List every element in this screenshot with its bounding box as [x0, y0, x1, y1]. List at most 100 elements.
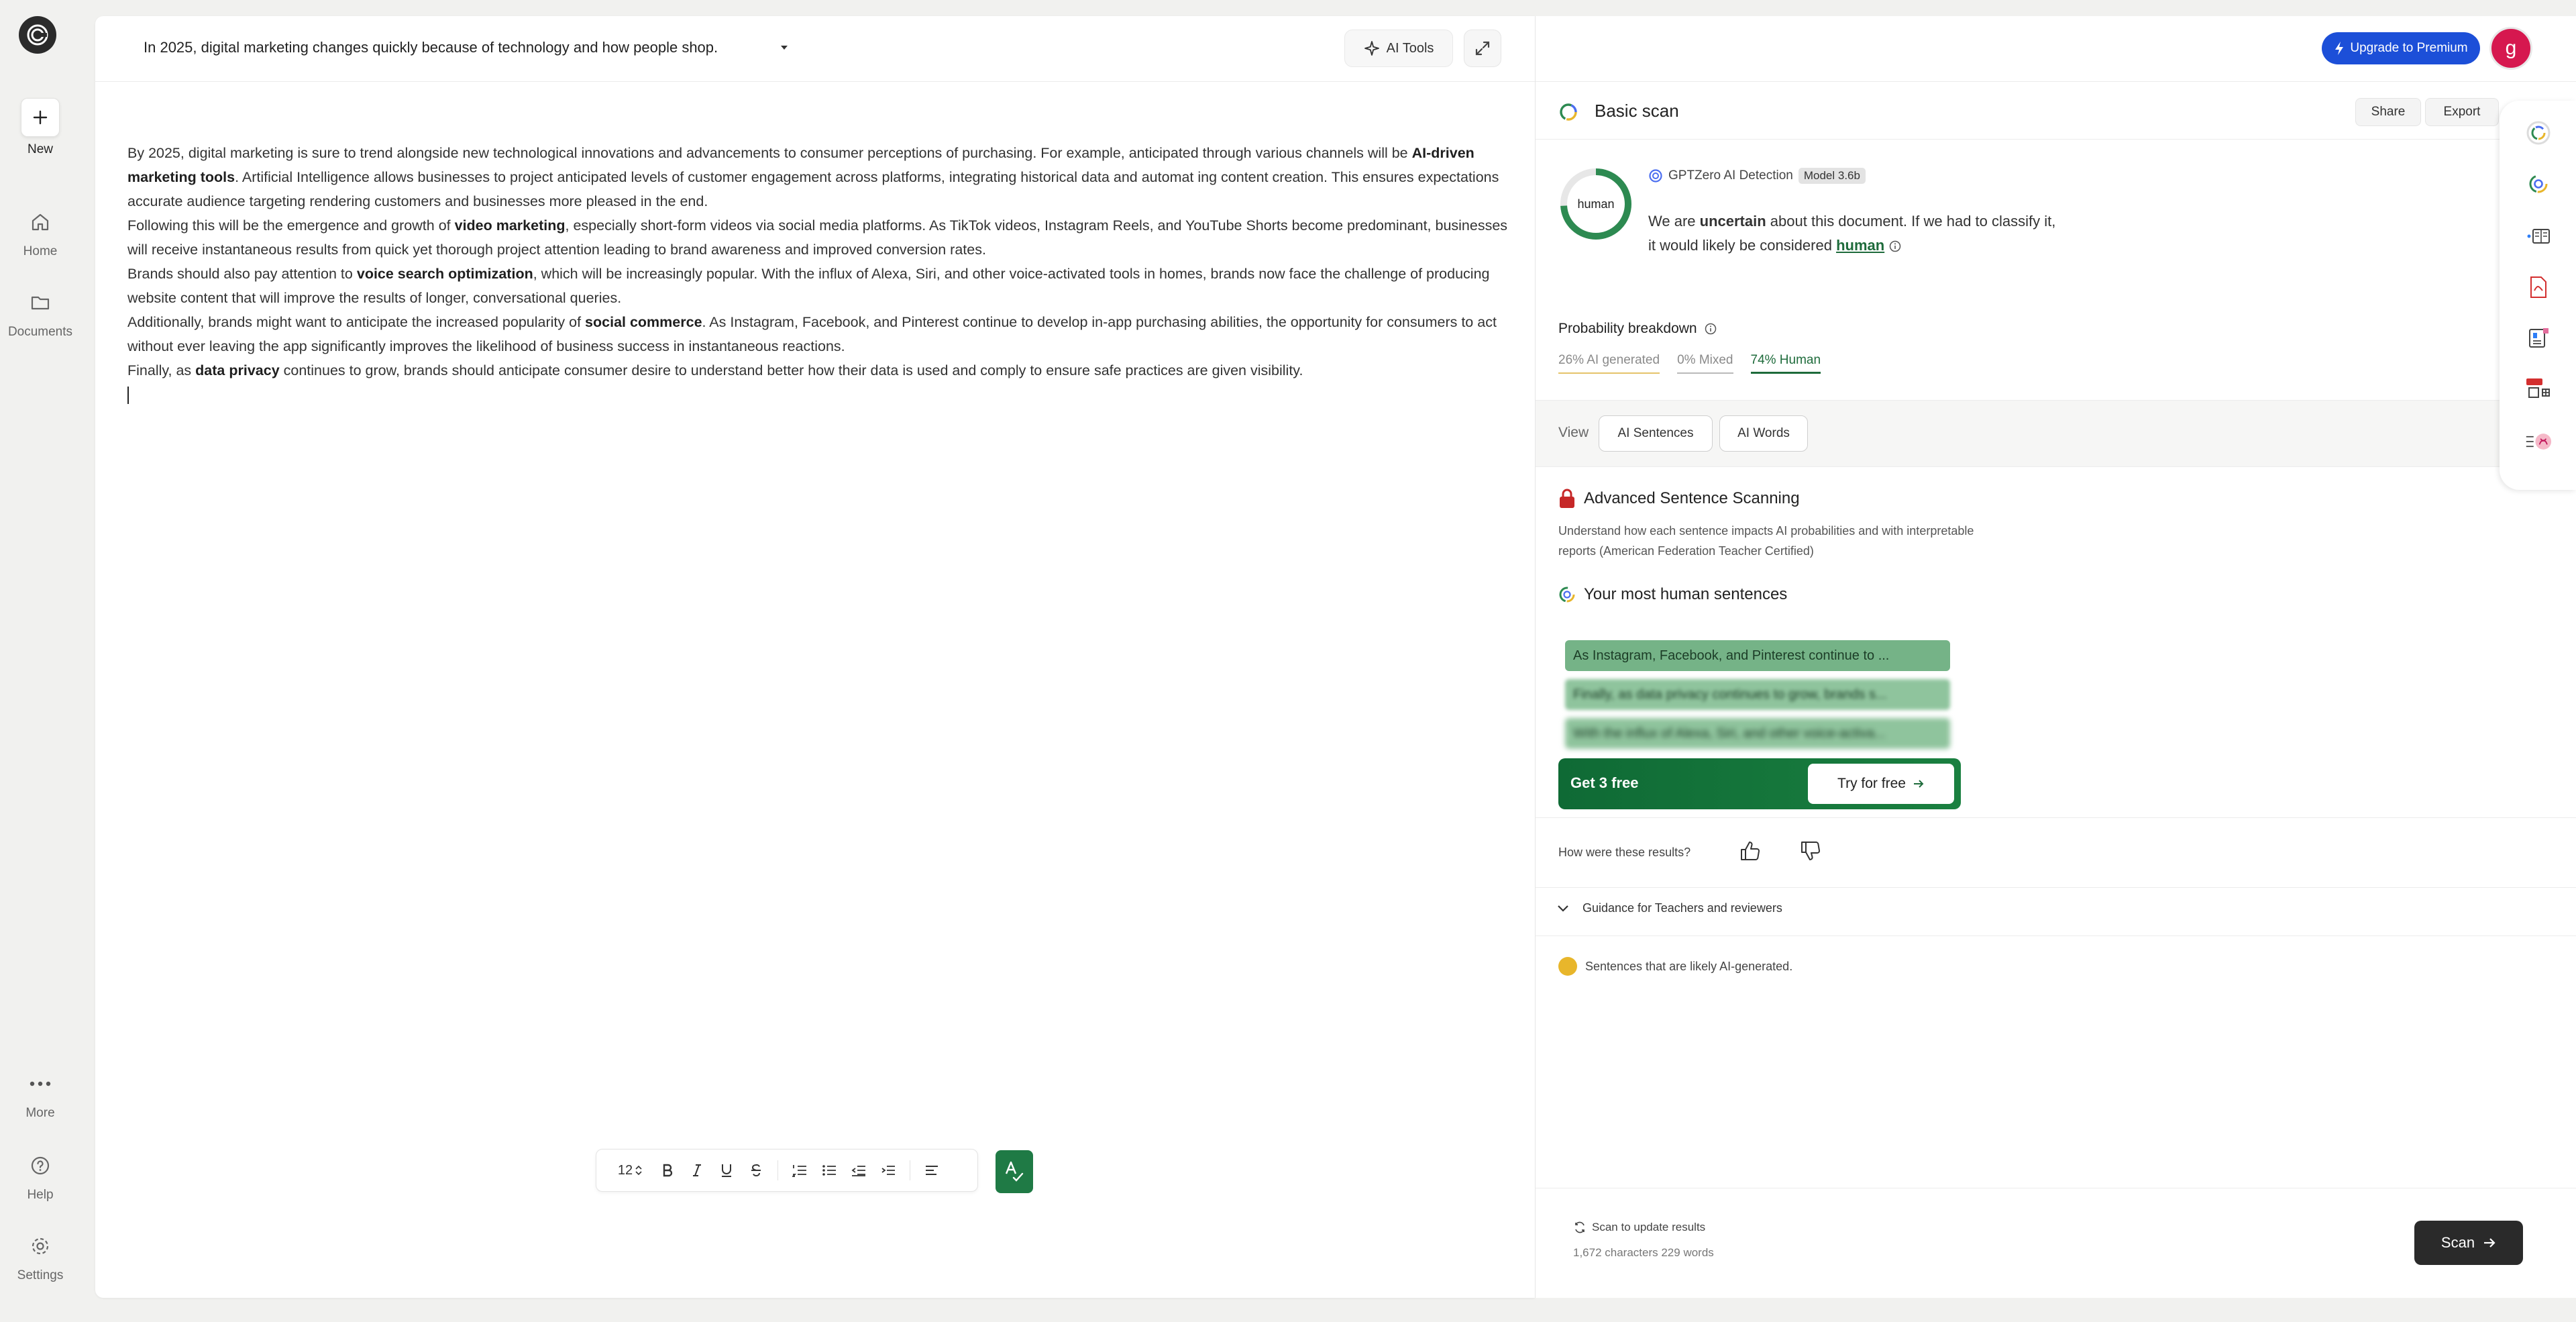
human-sentence-item[interactable]: As Instagram, Facebook, and Pinterest co…: [1565, 640, 1950, 671]
share-button[interactable]: Share: [2355, 98, 2421, 126]
most-human-title: Your most human sentences: [1558, 585, 1787, 604]
most-human-title-text: Your most human sentences: [1584, 585, 1788, 603]
ring-label: human: [1577, 197, 1615, 211]
more-nav-button[interactable]: More: [0, 1067, 80, 1121]
scan-title: Basic scan: [1595, 101, 1679, 121]
panel-header: Upgrade to Premium g: [1536, 16, 2576, 82]
divider: [1536, 935, 2576, 936]
new-feature-icon[interactable]: [2525, 376, 2552, 403]
scan-status-icon: [1558, 102, 1578, 125]
chevron-down-icon[interactable]: [777, 40, 792, 58]
text-run: continues to grow, brands should anticip…: [283, 362, 1303, 378]
new-label: New: [27, 142, 53, 156]
citation-tool-icon[interactable]: [2525, 325, 2552, 352]
ai-legend-text: Sentences that are likely AI-generated.: [1585, 959, 1793, 973]
settings-nav-button[interactable]: Settings: [0, 1229, 80, 1283]
thumbs-down-icon[interactable]: [1797, 837, 1824, 864]
human-sentence-item[interactable]: With the influx of Alexa, Siri, and othe…: [1565, 718, 1950, 749]
documents-nav-button[interactable]: Documents: [0, 286, 80, 340]
paragraph-3: Brands should also pay attention to voic…: [127, 262, 1509, 310]
bold-run: data privacy: [195, 362, 280, 378]
avatar[interactable]: g: [2489, 27, 2532, 70]
outdent-icon[interactable]: [845, 1157, 872, 1184]
scan-tool-icon[interactable]: [2525, 119, 2552, 146]
guidance-toggle[interactable]: Guidance for Teachers and reviewers: [1556, 901, 1782, 915]
help-icon: [23, 1149, 57, 1182]
home-nav-button[interactable]: Home: [0, 205, 80, 259]
thumbs-up-icon[interactable]: [1737, 837, 1764, 864]
advanced-scanning-section: Advanced Sentence Scanning Understand ho…: [1558, 489, 1988, 561]
verdict-uncertain: uncertain: [1699, 213, 1766, 230]
text-run: By 2025, digital marketing is sure to tr…: [127, 145, 1408, 161]
paragraph-5: Finally, as data privacy continues to gr…: [127, 358, 1509, 383]
detector-line: GPTZero AI Detection Model 3.6b: [1648, 168, 1866, 184]
indent-icon[interactable]: [875, 1157, 902, 1184]
scan-button[interactable]: Scan: [2414, 1221, 2523, 1265]
updown-icon: [635, 1165, 642, 1176]
bold-run: video marketing: [454, 217, 566, 234]
pdf-report-icon[interactable]: [2525, 274, 2552, 301]
side-toolbar: [2500, 101, 2576, 490]
model-badge: Model 3.6b: [1798, 168, 1866, 184]
editor-card: In 2025, digital marketing changes quick…: [95, 16, 1535, 1298]
human-sentence-item[interactable]: Finally, as data privacy continues to gr…: [1565, 679, 1950, 710]
italic-icon[interactable]: [684, 1157, 710, 1184]
probability-title: Probability breakdown: [1558, 321, 1717, 337]
document-title[interactable]: In 2025, digital marketing changes quick…: [144, 39, 718, 56]
document-body[interactable]: By 2025, digital marketing is sure to tr…: [127, 141, 1509, 407]
view-label: View: [1558, 425, 1589, 440]
humanizer-tool-icon[interactable]: [2525, 428, 2552, 455]
tab-human[interactable]: 74% Human: [1750, 353, 1821, 374]
arrow-right-icon: [1913, 780, 1924, 788]
gptzero-icon: [1649, 169, 1662, 183]
ai-tools-button[interactable]: AI Tools: [1344, 30, 1453, 67]
upgrade-label: Upgrade to Premium: [2350, 41, 2468, 55]
scan-header: Basic scan Share Export: [1536, 82, 2576, 140]
panel-footer: Scan to update results 1,672 characters …: [1536, 1188, 2576, 1298]
expand-button[interactable]: [1464, 30, 1501, 67]
numbered-list-icon[interactable]: [786, 1157, 813, 1184]
tab-ai-generated[interactable]: 26% AI generated: [1558, 353, 1660, 374]
bullet-list-icon[interactable]: [816, 1157, 843, 1184]
cta-label: Get 3 free: [1570, 774, 1639, 791]
ai-words-button[interactable]: AI Words: [1719, 415, 1808, 452]
ai-tools-label: AI Tools: [1386, 40, 1434, 56]
try-for-free-button[interactable]: Try for free: [1808, 764, 1954, 804]
info-icon[interactable]: [1704, 322, 1717, 336]
settings-label: Settings: [17, 1268, 64, 1282]
update-hint: Scan to update results: [1573, 1221, 1705, 1234]
bold-run: voice search optimization: [356, 266, 533, 282]
ai-sentences-button[interactable]: AI Sentences: [1599, 415, 1713, 452]
lock-icon: [1560, 489, 1574, 508]
underline-icon[interactable]: [713, 1157, 740, 1184]
source-finder-icon[interactable]: [2525, 223, 2552, 250]
gptzero-logo-icon[interactable]: [19, 16, 56, 54]
info-icon[interactable]: [1888, 240, 1902, 253]
text-cursor: [127, 387, 129, 405]
font-size-select[interactable]: 12: [608, 1163, 651, 1178]
export-button[interactable]: Export: [2425, 98, 2499, 126]
free-trial-banner: Get 3 free Try for free: [1558, 758, 1961, 809]
strikethrough-icon[interactable]: [743, 1157, 769, 1184]
ai-legend-dot: [1558, 957, 1577, 976]
plus-icon: [21, 98, 60, 137]
tab-mixed[interactable]: 0% Mixed: [1677, 353, 1733, 374]
folder-icon: [23, 286, 57, 319]
upgrade-button[interactable]: Upgrade to Premium: [2322, 32, 2480, 64]
ellipsis-icon: [23, 1067, 57, 1101]
text-run: Additionally, brands might want to antic…: [127, 314, 582, 330]
help-nav-button[interactable]: Help: [0, 1149, 80, 1203]
ai-legend: Sentences that are likely AI-generated.: [1558, 957, 1792, 976]
align-left-icon[interactable]: [918, 1157, 945, 1184]
divider: [1536, 817, 2576, 818]
bold-icon[interactable]: [654, 1157, 681, 1184]
detector-tool-icon[interactable]: [2525, 170, 2552, 197]
new-document-button[interactable]: New: [0, 98, 80, 157]
editor-header: In 2025, digital marketing changes quick…: [95, 16, 1535, 82]
cta-button-label: Try for free: [1837, 776, 1906, 791]
scan-button-label: Scan: [2440, 1234, 2475, 1251]
divider: [1536, 887, 2576, 888]
text-run: . Artificial Intelligence allows busines…: [127, 169, 1499, 209]
grammar-check-button[interactable]: [996, 1150, 1033, 1193]
chevron-down-icon: [1558, 905, 1568, 912]
